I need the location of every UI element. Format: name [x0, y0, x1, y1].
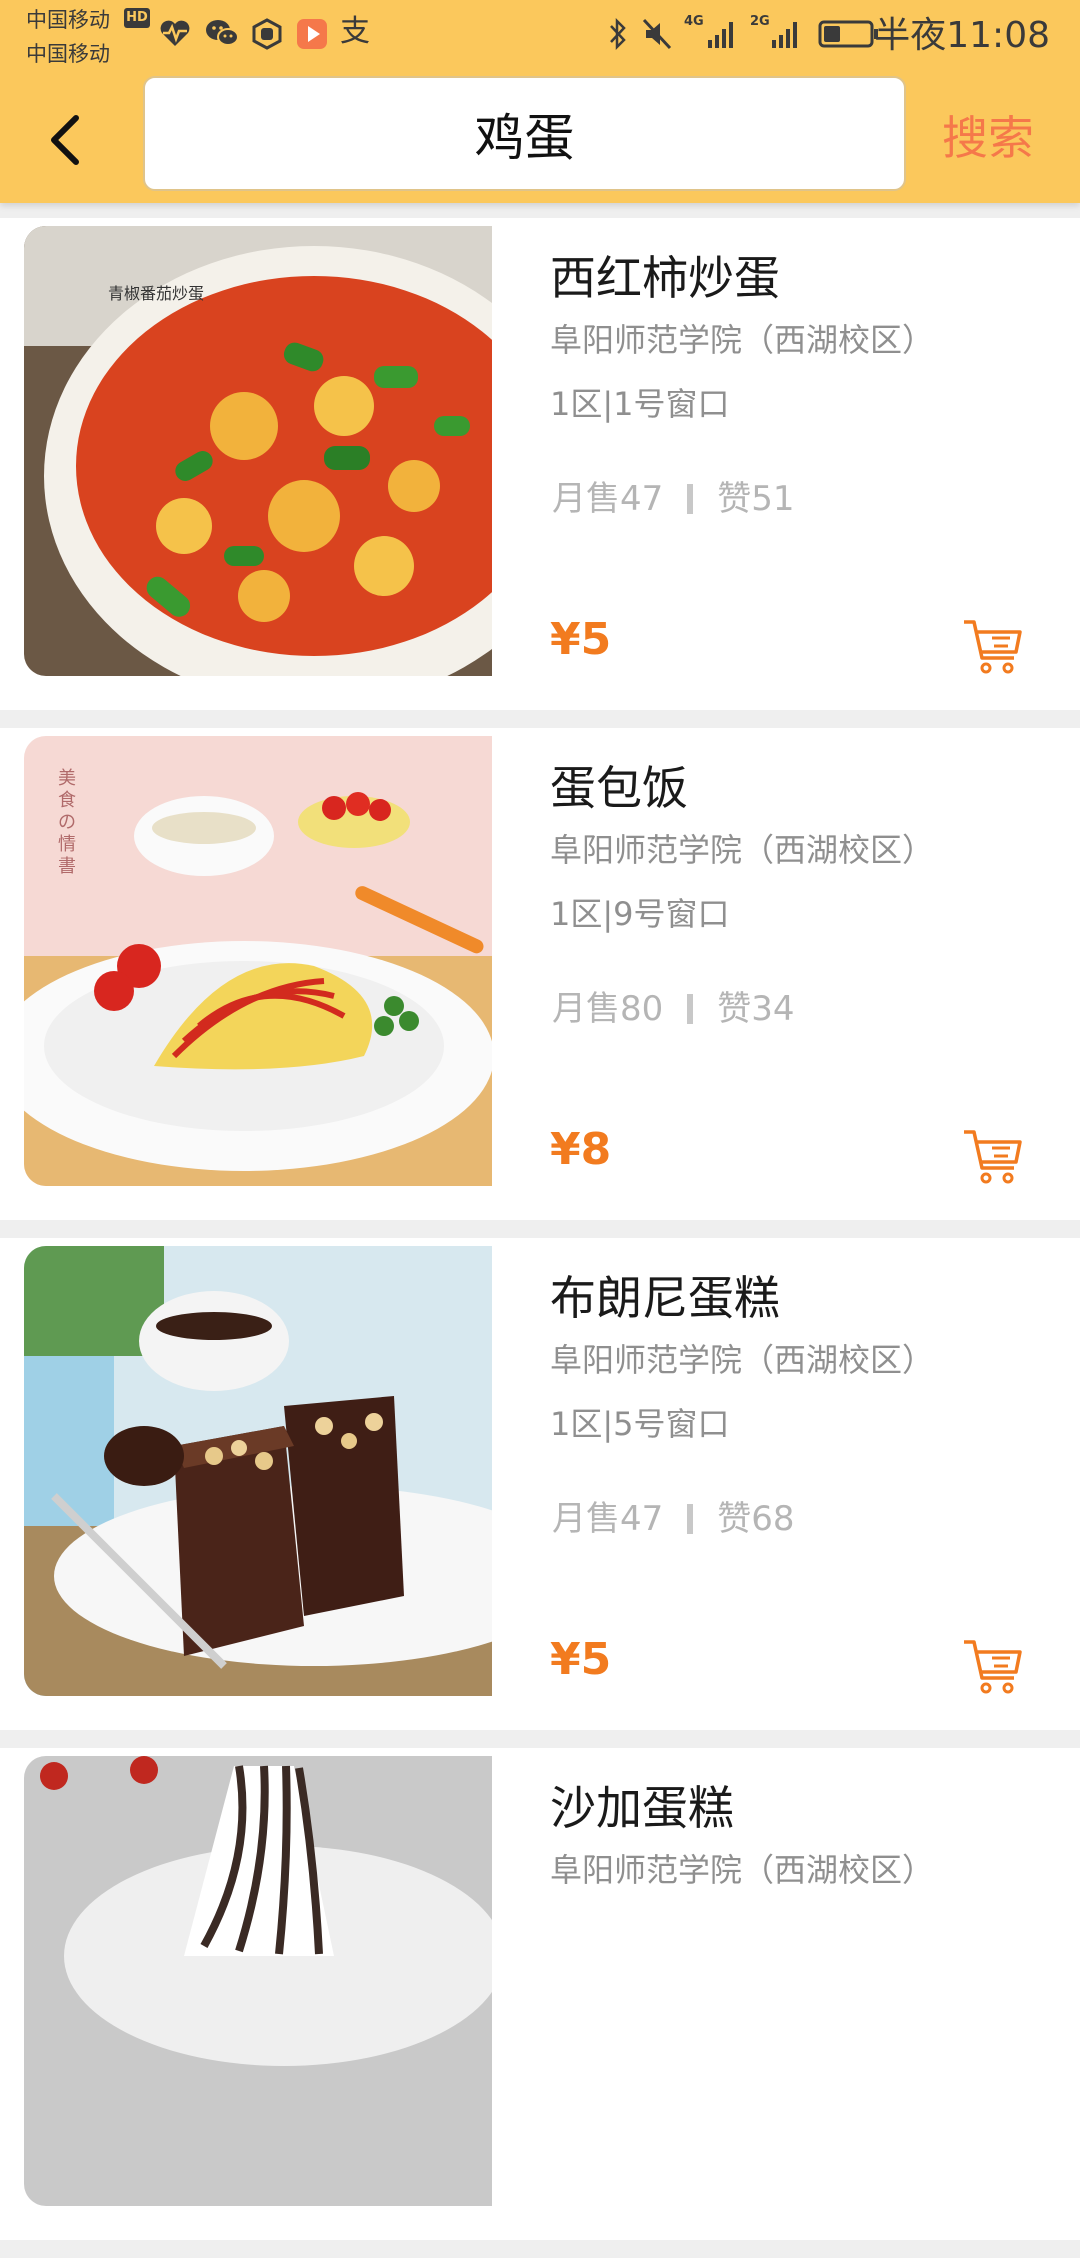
signal-icon-secondary	[772, 22, 797, 48]
hand-badge-icon	[252, 18, 282, 50]
search-input[interactable]	[180, 103, 869, 164]
add-to-cart-icon[interactable]	[962, 616, 1024, 676]
hd-badge: HD	[124, 8, 150, 28]
food-image: 青椒番茄炒蛋	[24, 226, 492, 676]
divider	[687, 1504, 694, 1534]
window-location: 1区|1号窗口	[550, 385, 730, 423]
add-to-cart-icon[interactable]	[962, 1636, 1024, 1696]
food-name: 西红柿炒蛋	[550, 251, 780, 305]
clock: 半夜11:08	[874, 15, 1050, 56]
omelette-rice-photo	[24, 736, 492, 1186]
alipay-icon: 支	[340, 14, 370, 49]
sales-stats: 月售47 赞68	[552, 1496, 795, 1542]
image-caption: 美食の情書	[58, 768, 76, 877]
bluetooth-icon	[610, 17, 626, 51]
network-type-4g: 4G	[684, 14, 704, 29]
food-item[interactable]: 布朗尼蛋糕 阜阳师范学院（西湖校区） 1区|5号窗口 月售47 赞68 ¥5	[0, 1238, 1080, 1730]
food-name: 蛋包饭	[550, 761, 688, 815]
carrier-primary: 中国移动	[26, 8, 110, 32]
carrier-secondary: 中国移动	[26, 42, 110, 66]
price: ¥8	[550, 1124, 612, 1175]
school-name: 阜阳师范学院（西湖校区）	[550, 1851, 935, 1889]
divider	[687, 484, 694, 514]
signal-icon	[708, 22, 733, 48]
divider	[687, 994, 694, 1024]
likes-count: 赞68	[717, 1499, 795, 1539]
likes-count: 赞51	[717, 479, 795, 519]
food-image: 美食の情書	[24, 736, 492, 1186]
price: ¥5	[550, 1634, 612, 1685]
network-type-2g: 2G	[750, 14, 770, 29]
add-to-cart-icon[interactable]	[962, 1126, 1024, 1186]
image-caption: 青椒番茄炒蛋	[108, 284, 205, 303]
wechat-icon	[206, 20, 239, 46]
food-image	[24, 1246, 492, 1696]
tomato-egg-photo	[24, 226, 492, 676]
search-box[interactable]	[143, 76, 906, 191]
food-item[interactable]: 美食の情書 蛋包饭 阜阳师范学院（西湖校区） 1区|9号窗口 月售80 赞34 …	[0, 728, 1080, 1220]
monthly-sales: 月售47	[552, 479, 664, 519]
status-bar: 中国移动 HD 中国移动 支 4G 2G 半夜11:08	[0, 0, 1080, 70]
food-item[interactable]: 青椒番茄炒蛋 西红柿炒蛋 阜阳师范学院（西湖校区） 1区|1号窗口 月售47 赞…	[0, 218, 1080, 710]
sales-stats: 月售80 赞34	[552, 986, 795, 1032]
monthly-sales: 月售80	[552, 989, 664, 1029]
mute-icon	[642, 18, 672, 50]
school-name: 阜阳师范学院（西湖校区）	[550, 831, 935, 869]
sales-stats: 月售47 赞51	[552, 476, 795, 522]
window-location: 1区|5号窗口	[550, 1405, 730, 1443]
school-name: 阜阳师范学院（西湖校区）	[550, 321, 935, 359]
back-arrow-icon[interactable]	[42, 110, 92, 170]
likes-count: 赞34	[717, 989, 795, 1029]
price: ¥5	[550, 614, 612, 665]
food-item[interactable]: 沙加蛋糕 阜阳师范学院（西湖校区）	[0, 1748, 1080, 2240]
window-location: 1区|9号窗口	[550, 895, 730, 933]
result-list: 青椒番茄炒蛋 西红柿炒蛋 阜阳师范学院（西湖校区） 1区|1号窗口 月售47 赞…	[0, 218, 1080, 2258]
school-name: 阜阳师范学院（西湖校区）	[550, 1341, 935, 1379]
sacher-cake-photo	[24, 1756, 492, 2206]
health-heart-icon	[160, 20, 190, 46]
search-button[interactable]: 搜索	[942, 108, 1034, 168]
monthly-sales: 月售47	[552, 1499, 664, 1539]
food-name: 沙加蛋糕	[550, 1781, 734, 1835]
food-image	[24, 1756, 492, 2206]
video-play-icon	[297, 19, 327, 49]
food-name: 布朗尼蛋糕	[550, 1271, 780, 1325]
brownie-photo	[24, 1246, 492, 1696]
top-header: 中国移动 HD 中国移动 支 4G 2G 半夜11:08 鸡蛋 搜索	[0, 0, 1080, 203]
battery-icon	[818, 20, 878, 48]
